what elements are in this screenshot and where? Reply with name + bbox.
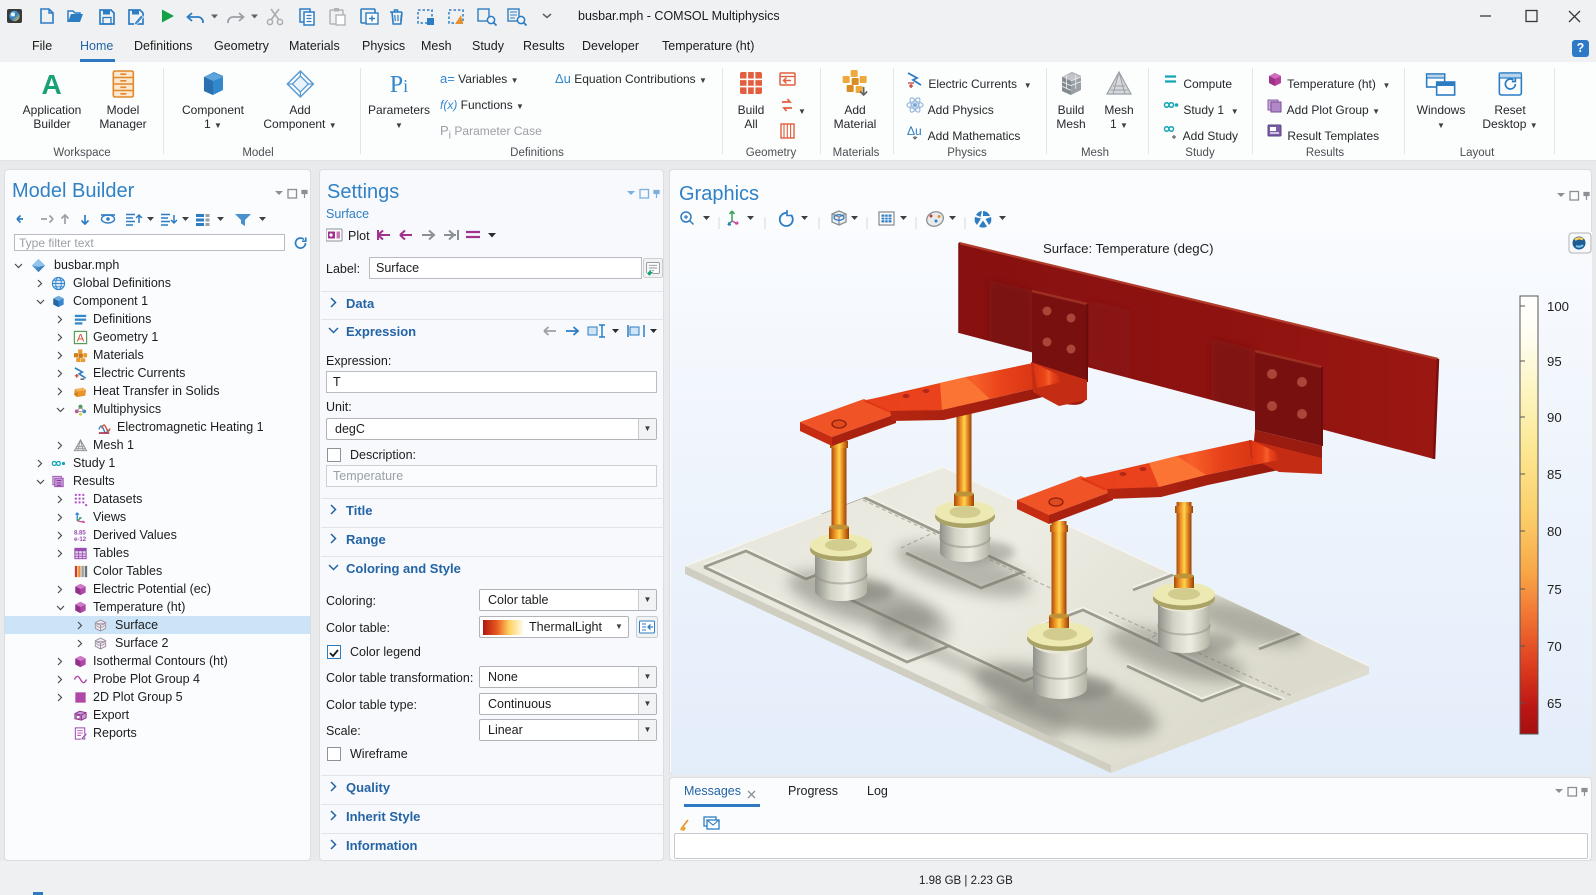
svg-text:70: 70 — [1547, 639, 1562, 654]
svg-text:75: 75 — [1547, 582, 1562, 597]
svg-text:Δu: Δu — [907, 124, 922, 138]
svg-text:80: 80 — [1547, 524, 1562, 539]
svg-text:Plot: Plot — [348, 229, 370, 243]
svg-text:A: A — [42, 69, 62, 100]
svg-text:Pi: Pi — [390, 72, 408, 98]
svg-text:100: 100 — [1547, 299, 1569, 314]
svg-text:90: 90 — [1547, 410, 1562, 425]
svg-text:95: 95 — [1547, 354, 1562, 369]
svg-text:85: 85 — [1547, 467, 1562, 482]
svg-text:Surface: Temperature (degC): Surface: Temperature (degC) — [1043, 241, 1214, 256]
svg-text:65: 65 — [1547, 696, 1562, 711]
